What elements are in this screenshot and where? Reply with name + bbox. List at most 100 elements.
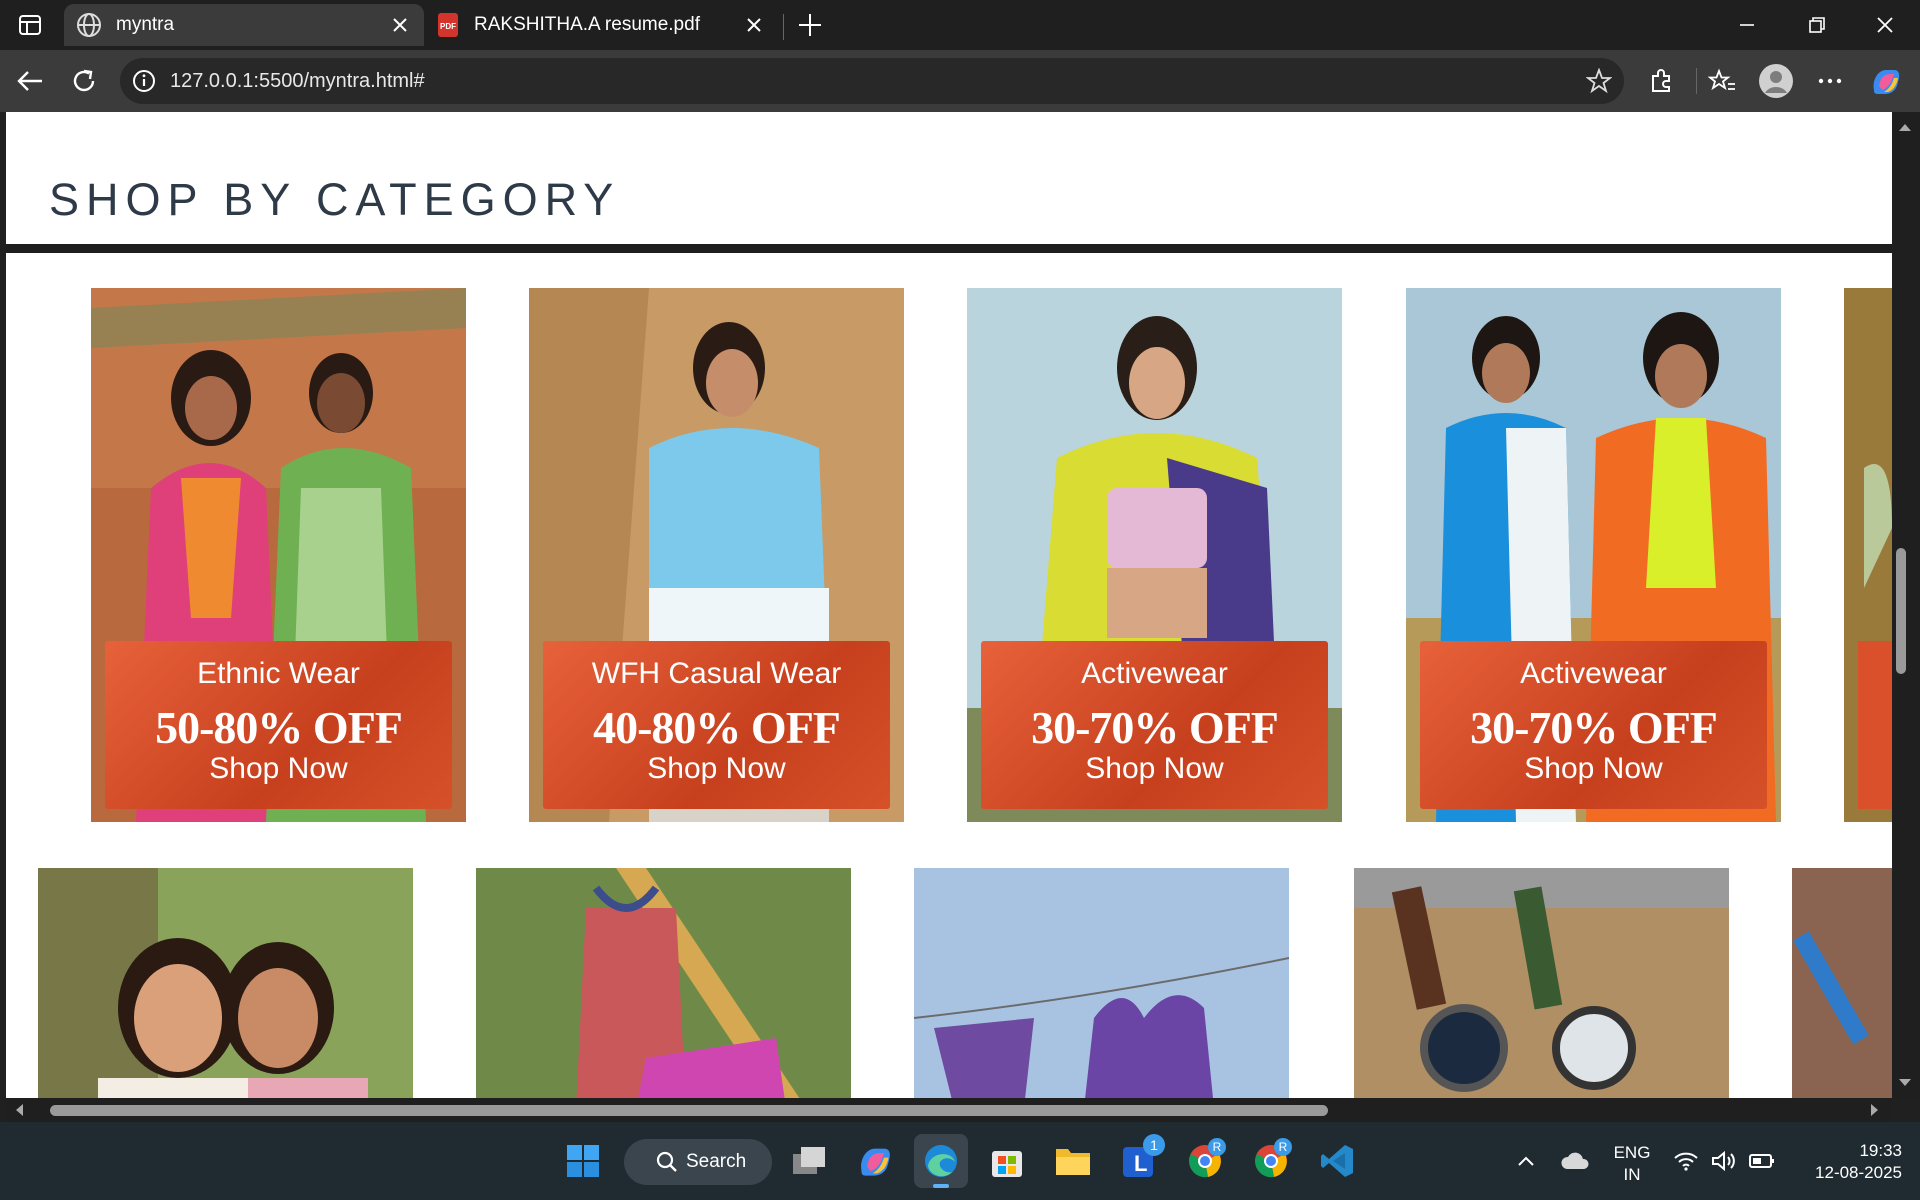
file-explorer-icon[interactable] [1046, 1134, 1100, 1188]
category-card-partial-row2[interactable] [1792, 868, 1892, 1098]
watches-photo [1354, 868, 1729, 1098]
profile-avatar[interactable] [1756, 61, 1796, 101]
svg-text:L: L [1134, 1151, 1147, 1176]
shop-now-link[interactable]: Shop Now [981, 752, 1328, 786]
vertical-scroll-thumb[interactable] [1896, 548, 1906, 674]
lingerie-photo [914, 868, 1289, 1098]
category-card-row2-2[interactable] [476, 868, 851, 1098]
battery-icon[interactable] [1742, 1134, 1782, 1188]
offer-banner: Ethnic Wear 50-80% OFF Shop Now [105, 641, 452, 809]
horizontal-scroll-thumb[interactable] [50, 1105, 1328, 1116]
close-window-icon[interactable] [1850, 0, 1920, 50]
tab-resume-pdf[interactable]: PDF RAKSHITHA.A resume.pdf [426, 4, 778, 46]
more-options-icon[interactable] [1810, 61, 1850, 101]
clock-date: 12-08-2025 [1815, 1163, 1902, 1182]
back-icon[interactable] [10, 61, 50, 101]
partial-category-photo [1844, 288, 1892, 822]
refresh-icon[interactable] [64, 61, 104, 101]
profile-badge: R [1274, 1138, 1292, 1156]
category-card-row2-1[interactable] [38, 868, 413, 1098]
favorite-star-icon[interactable] [1586, 68, 1612, 94]
offer-banner: Activewear 30-70% OFF Shop Now [1420, 641, 1767, 809]
active-app-indicator [933, 1184, 949, 1188]
chrome-profile-icon[interactable]: R [1244, 1134, 1298, 1188]
profile-badge: R [1208, 1138, 1226, 1156]
wifi-icon[interactable] [1666, 1134, 1706, 1188]
section-title: SHOP BY CATEGORY [49, 174, 621, 225]
section-divider [6, 244, 1892, 253]
toolbar-separator [1696, 68, 1697, 94]
close-tab-icon[interactable] [388, 13, 412, 37]
onedrive-icon[interactable] [1550, 1134, 1600, 1188]
microsoft-store-icon[interactable] [980, 1134, 1034, 1188]
tab-title: RAKSHITHA.A resume.pdf [474, 14, 700, 35]
category-name: Ethnic Wear [197, 657, 360, 690]
offer-text: 40-80% OFF [593, 702, 841, 753]
category-name: WFH Casual Wear [591, 657, 842, 690]
category-card-row2-4[interactable] [1354, 868, 1729, 1098]
offer-text: 50-80% OFF [155, 702, 403, 753]
copilot-icon[interactable] [1866, 61, 1906, 101]
region-code: IN [1623, 1165, 1641, 1184]
tab-actions-icon[interactable] [10, 5, 50, 45]
innerwear-kids-photo [476, 868, 851, 1098]
shop-now-link[interactable]: Shop Now [543, 752, 890, 786]
scroll-left-icon[interactable] [10, 1100, 30, 1120]
offer-banner: WFH Casual Wear 40-80% OFF Shop Now [543, 641, 890, 809]
tab-separator [783, 14, 784, 40]
category-card-row2-3[interactable] [914, 868, 1289, 1098]
category-name: Activewear [1520, 657, 1667, 690]
site-info-icon[interactable] [132, 69, 156, 93]
tab-title: myntra [116, 14, 175, 35]
page-viewport: SHOP BY CATEGORY Ethnic Wear 50-80% OFF … [6, 112, 1892, 1098]
search-label: Search [686, 1151, 747, 1172]
scroll-right-icon[interactable] [1864, 1100, 1884, 1120]
minimize-icon[interactable] [1712, 0, 1782, 50]
lens-app-icon[interactable]: L 1 [1112, 1134, 1166, 1188]
chrome-profile-icon[interactable]: R [1178, 1134, 1232, 1188]
show-hidden-icons[interactable] [1498, 1134, 1554, 1188]
edge-browser-icon[interactable] [914, 1134, 968, 1188]
language-code: ENG [1613, 1143, 1651, 1162]
globe-icon [76, 12, 102, 38]
taskbar-search[interactable]: Search [624, 1139, 772, 1185]
volume-icon[interactable] [1704, 1134, 1744, 1188]
search-icon [656, 1151, 677, 1172]
url-text[interactable]: 127.0.0.1:5500/myntra.html# [170, 70, 425, 93]
notification-badge: 1 [1143, 1134, 1165, 1156]
offer-text: 30-70% OFF [1031, 702, 1279, 753]
scroll-down-icon[interactable] [1895, 1072, 1915, 1092]
task-view-icon[interactable] [782, 1134, 836, 1188]
language-indicator[interactable]: ENG IN [1604, 1142, 1660, 1186]
restore-icon[interactable] [1782, 0, 1852, 50]
windows-taskbar: Search L 1 R R ENG IN 19:33 12-08-2025 [0, 1122, 1920, 1200]
address-bar[interactable]: 127.0.0.1:5500/myntra.html# [120, 58, 1624, 104]
offer-text: 30-70% OFF [1470, 702, 1718, 753]
scroll-up-icon[interactable] [1895, 118, 1915, 138]
new-tab-icon[interactable] [790, 5, 830, 45]
favorites-icon[interactable] [1702, 61, 1742, 101]
category-card-wfh-casual-wear[interactable]: WFH Casual Wear 40-80% OFF Shop Now [529, 288, 904, 822]
offer-banner: Activewear 30-70% OFF Shop Now [981, 641, 1328, 809]
svg-text:PDF: PDF [440, 22, 456, 31]
extensions-icon[interactable] [1641, 61, 1681, 101]
shop-now-link[interactable]: Shop Now [1420, 752, 1767, 786]
windows-start-icon[interactable] [556, 1134, 610, 1188]
pdf-icon: PDF [436, 12, 460, 38]
category-name: Activewear [1081, 657, 1228, 690]
vscode-icon[interactable] [1310, 1134, 1364, 1188]
tab-myntra[interactable]: myntra [64, 4, 424, 46]
clock-time: 19:33 [1859, 1141, 1902, 1160]
close-tab-icon[interactable] [742, 13, 766, 37]
category-card-ethnic-wear[interactable]: Ethnic Wear 50-80% OFF Shop Now [91, 288, 466, 822]
browser-tab-bar: myntra PDF RAKSHITHA.A resume.pdf [0, 0, 1920, 50]
category-card-activewear[interactable]: Activewear 30-70% OFF Shop Now [967, 288, 1342, 822]
shop-now-link[interactable]: Shop Now [105, 752, 452, 786]
grooming-photo [1792, 868, 1892, 1098]
women-casual-photo [38, 868, 413, 1098]
category-card-partial[interactable] [1844, 288, 1892, 822]
browser-toolbar: 127.0.0.1:5500/myntra.html# [0, 50, 1920, 112]
clock[interactable]: 19:33 12-08-2025 [1792, 1140, 1902, 1184]
copilot-taskbar-icon[interactable] [848, 1134, 902, 1188]
category-card-activewear[interactable]: Activewear 30-70% OFF Shop Now [1406, 288, 1781, 822]
